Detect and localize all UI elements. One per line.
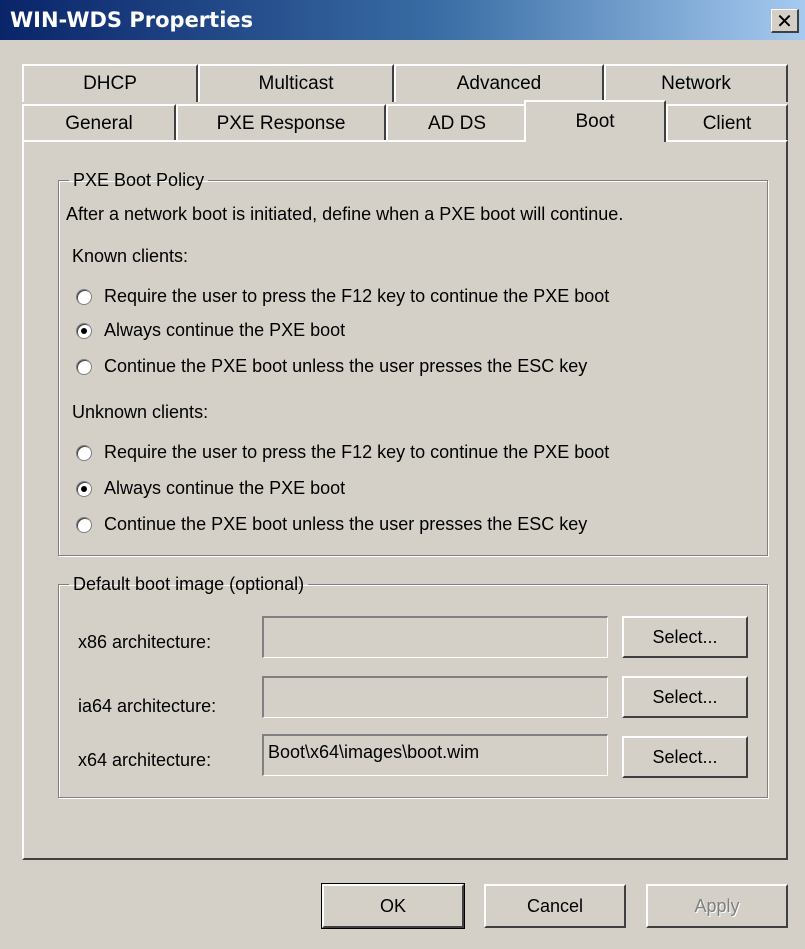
tab-label: Network	[661, 73, 731, 94]
radio-icon	[76, 516, 92, 533]
unknown-radio-always-continue[interactable]: Always continue the PXE boot	[76, 478, 345, 499]
window-title: WIN-WDS Properties	[10, 8, 254, 32]
apply-button[interactable]: Apply	[646, 884, 788, 928]
radio-checked-icon	[76, 322, 92, 339]
radio-label: Always continue the PXE boot	[104, 320, 346, 340]
button-label: Apply	[694, 895, 740, 916]
button-label: OK	[379, 895, 406, 916]
known-radio-continue-unless-esc[interactable]: Continue the PXE boot unless the user pr…	[76, 356, 587, 377]
tab-pxe-response[interactable]: PXE Response	[176, 104, 386, 142]
unknown-radio-require-f12[interactable]: Require the user to press the F12 key to…	[76, 442, 609, 463]
x86-select-button[interactable]: Select...	[622, 616, 748, 658]
group-title: PXE Boot Policy	[73, 170, 205, 190]
group-title: Default boot image (optional)	[73, 574, 305, 594]
radio-label: Continue the PXE boot unless the user pr…	[104, 356, 588, 376]
tab-dhcp[interactable]: DHCP	[22, 64, 198, 102]
x64-boot-image-field[interactable]: Boot\x64\images\boot.wim	[262, 734, 608, 776]
tab-label: Client	[702, 113, 752, 134]
close-button[interactable]: ✕	[771, 9, 799, 33]
unknown-radio-continue-unless-esc[interactable]: Continue the PXE boot unless the user pr…	[76, 514, 587, 535]
tab-label: PXE Response	[216, 113, 346, 134]
tab-label: Multicast	[258, 73, 334, 94]
radio-label: Require the user to press the F12 key to…	[104, 442, 610, 462]
tab-label: Boot	[575, 111, 615, 132]
x64-select-button[interactable]: Select...	[622, 736, 748, 778]
title-bar: WIN-WDS Properties ✕	[0, 0, 805, 40]
radio-label: Always continue the PXE boot	[104, 478, 346, 498]
radio-icon	[76, 444, 92, 461]
x64-architecture-label: x64 architecture:	[78, 750, 212, 770]
cancel-button[interactable]: Cancel	[484, 884, 626, 928]
close-icon: ✕	[776, 8, 793, 33]
radio-checked-icon	[76, 480, 92, 497]
known-radio-always-continue[interactable]: Always continue the PXE boot	[76, 320, 345, 341]
radio-label: Continue the PXE boot unless the user pr…	[104, 514, 588, 534]
button-label: Select...	[652, 686, 718, 707]
policy-description: After a network boot is initiated, defin…	[66, 204, 624, 224]
tab-client[interactable]: Client	[666, 104, 788, 142]
tab-label: General	[65, 113, 133, 134]
ia64-boot-image-field[interactable]	[262, 676, 608, 718]
x86-boot-image-field[interactable]	[262, 616, 608, 658]
tab-label: AD DS	[427, 113, 487, 134]
button-label: Select...	[652, 746, 718, 767]
ok-button[interactable]: OK	[321, 883, 465, 929]
known-radio-require-f12[interactable]: Require the user to press the F12 key to…	[76, 286, 609, 307]
ia64-select-button[interactable]: Select...	[622, 676, 748, 718]
tab-panel-boot: PXE Boot Policy After a network boot is …	[22, 140, 788, 860]
known-clients-label: Known clients:	[72, 246, 189, 266]
x86-architecture-label: x86 architecture:	[78, 632, 212, 652]
tab-boot[interactable]: Boot	[524, 100, 666, 142]
tab-label: DHCP	[83, 73, 137, 94]
unknown-clients-label: Unknown clients:	[72, 402, 209, 422]
tab-label: Advanced	[456, 73, 542, 94]
tab-ad-ds[interactable]: AD DS	[386, 104, 528, 142]
ia64-architecture-label: ia64 architecture:	[78, 696, 217, 716]
tab-general[interactable]: General	[22, 104, 176, 142]
radio-label: Require the user to press the F12 key to…	[104, 286, 610, 306]
button-label: Cancel	[526, 895, 584, 916]
radio-icon	[76, 358, 92, 375]
tab-advanced[interactable]: Advanced	[394, 64, 604, 102]
tab-multicast[interactable]: Multicast	[198, 64, 394, 102]
tab-network[interactable]: Network	[604, 64, 788, 102]
button-label: Select...	[652, 626, 718, 647]
radio-icon	[76, 288, 92, 305]
